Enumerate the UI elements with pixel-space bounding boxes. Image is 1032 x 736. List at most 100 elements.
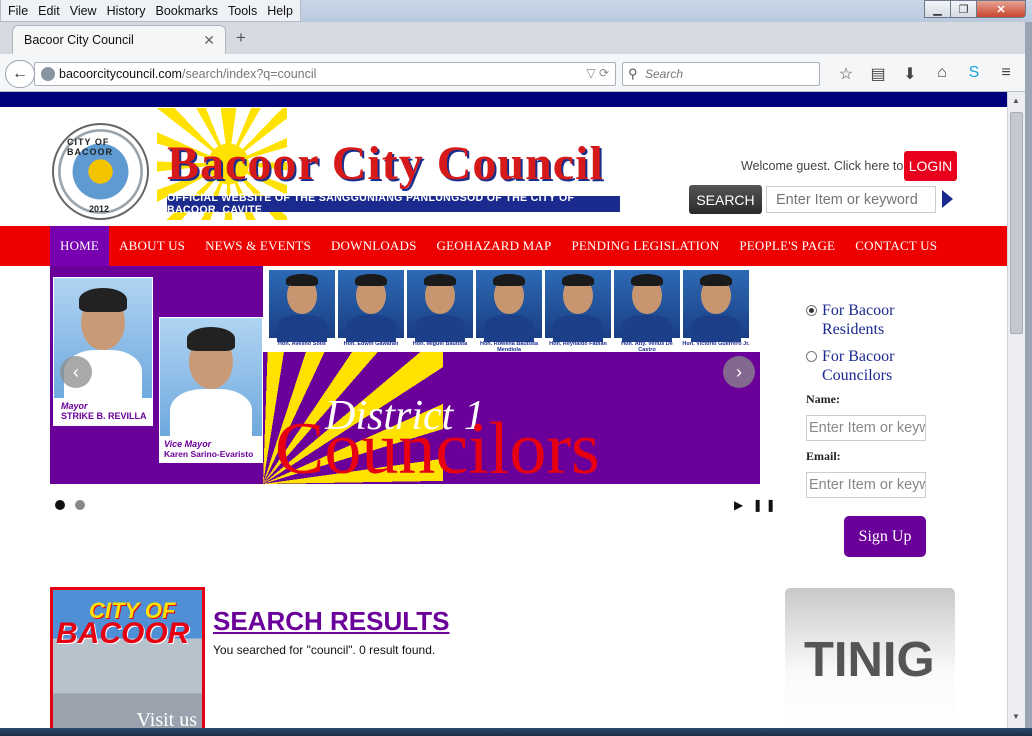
slider-dot[interactable] bbox=[55, 500, 65, 510]
tab-strip: Bacoor City Council ✕ + bbox=[0, 22, 1032, 54]
sign-up-button[interactable]: Sign Up bbox=[844, 516, 926, 557]
slider-next-icon[interactable]: › bbox=[723, 356, 755, 388]
radio-councilors-dot[interactable] bbox=[806, 351, 817, 362]
window-controls: ▁ ❐ ✕ bbox=[924, 0, 1026, 18]
window-edge bbox=[1025, 22, 1032, 728]
site-search-button[interactable]: SEARCH bbox=[689, 185, 762, 214]
mayor-role: Mayor bbox=[61, 401, 88, 411]
councilor-name: Hon. Rowena Bautista Mendiola bbox=[479, 341, 539, 353]
tinig-text: TINIG bbox=[804, 633, 935, 687]
browser-search-input[interactable]: ⚲ Search bbox=[622, 62, 820, 86]
image-slider[interactable]: Mayor STRIKE B. REVILLA Vice Mayor Karen… bbox=[50, 266, 760, 484]
bookmark-star-icon[interactable]: ☆ bbox=[830, 64, 862, 84]
login-button[interactable]: LOGIN bbox=[904, 151, 957, 181]
nav-pending-legislation[interactable]: PENDING LEGISLATION bbox=[561, 226, 729, 266]
search-results-title[interactable]: SEARCH RESULTS bbox=[213, 606, 449, 637]
visit-bacoor-banner[interactable]: CITY OF BACOOR Visit us bbox=[50, 587, 205, 728]
close-window-icon[interactable]: ✕ bbox=[976, 0, 1026, 18]
councilor-name: Hon. Avelino Solis bbox=[278, 341, 326, 347]
download-icon[interactable]: ⬇ bbox=[894, 64, 926, 84]
vice-mayor-caption: Vice Mayor Karen Sarino-Evaristo bbox=[159, 437, 263, 463]
maximize-icon[interactable]: ❐ bbox=[950, 0, 976, 18]
globe-icon bbox=[41, 67, 55, 81]
tab-title: Bacoor City Council bbox=[24, 33, 134, 47]
councilor-photo bbox=[269, 270, 335, 343]
tinig-banner[interactable]: TINIG bbox=[785, 588, 955, 728]
nav-geohazard-map[interactable]: GEOHAZARD MAP bbox=[427, 226, 562, 266]
site-subtitle: OFFICIAL WEBSITE OF THE SANGGUNIANG PANL… bbox=[167, 192, 620, 216]
url-host: bacoorcitycouncil.com bbox=[59, 67, 182, 81]
visit-bacoor-text: BACOOR bbox=[56, 617, 190, 650]
main-nav: HOME ABOUT US NEWS & EVENTS DOWNLOADS GE… bbox=[0, 226, 1007, 266]
councilor-photo bbox=[407, 270, 473, 343]
vice-mayor-name: Karen Sarino-Evaristo bbox=[164, 449, 254, 459]
councilor-photo bbox=[683, 270, 749, 343]
email-field[interactable]: Enter Item or keyw bbox=[806, 472, 926, 498]
visit-us-text: Visit us bbox=[136, 709, 197, 728]
site-search-input[interactable] bbox=[766, 186, 936, 213]
radio-councilors[interactable]: For Bacoor Councilors bbox=[806, 347, 922, 385]
back-arrow-icon[interactable]: ← bbox=[5, 60, 35, 88]
menu-edit[interactable]: Edit bbox=[33, 4, 65, 18]
seal-text: CITY OF BACOOR bbox=[67, 137, 113, 157]
name-field[interactable]: Enter Item or keyw bbox=[806, 415, 926, 441]
url-path: /search/index?q=council bbox=[181, 67, 317, 81]
radio-residents[interactable]: For Bacoor Residents bbox=[806, 301, 922, 339]
site-title: Bacoor City Council bbox=[167, 137, 604, 190]
reload-icon[interactable]: ▽ ⟳ bbox=[586, 66, 609, 80]
slider-dot[interactable] bbox=[75, 500, 85, 510]
slider-pagination bbox=[55, 500, 95, 510]
scrollbar-thumb[interactable] bbox=[1010, 112, 1023, 334]
menu-history[interactable]: History bbox=[102, 4, 151, 18]
search-icon: ⚲ bbox=[628, 66, 638, 81]
councilor-photo bbox=[614, 270, 680, 343]
slider-prev-icon[interactable]: ‹ bbox=[60, 356, 92, 388]
councilor-photo-strip: Hon. Avelino Solis Hon. Edwin Gawaran Ho… bbox=[263, 266, 760, 353]
nav-contact-us[interactable]: CONTACT US bbox=[845, 226, 947, 266]
search-results-message: You searched for "council". 0 result fou… bbox=[213, 643, 436, 657]
menu-bookmarks[interactable]: Bookmarks bbox=[150, 4, 223, 18]
radio-residents-dot[interactable] bbox=[806, 305, 817, 316]
os-taskbar bbox=[0, 728, 1032, 736]
menu-tools[interactable]: Tools bbox=[223, 4, 262, 18]
menu-file[interactable]: File bbox=[3, 4, 33, 18]
browser-tab[interactable]: Bacoor City Council ✕ bbox=[12, 25, 226, 54]
hamburger-menu-icon[interactable]: ≡ bbox=[990, 64, 1022, 84]
slide-headline-big: Councilors bbox=[275, 408, 600, 484]
councilor-name: Hon. Atty. Venus De Castro bbox=[621, 341, 673, 353]
councilor-photo bbox=[545, 270, 611, 343]
scroll-down-icon[interactable]: ▼ bbox=[1012, 712, 1020, 721]
councilor-photo bbox=[338, 270, 404, 343]
close-tab-icon[interactable]: ✕ bbox=[203, 32, 215, 49]
councilor-name: Hon. Reynaldo Fabian bbox=[549, 341, 607, 347]
page-scrollbar[interactable]: ▲ ▼ bbox=[1007, 92, 1025, 728]
radio-councilors-label: For Bacoor Councilors bbox=[822, 348, 895, 384]
reading-list-icon[interactable]: ▤ bbox=[862, 64, 894, 84]
nav-downloads[interactable]: DOWNLOADS bbox=[321, 226, 427, 266]
site-banner[interactable]: Bacoor City Council OFFICIAL WEBSITE OF … bbox=[157, 108, 620, 226]
scroll-up-icon[interactable]: ▲ bbox=[1012, 96, 1020, 105]
slider-play-pause-icon[interactable]: ▶ ❚❚ bbox=[734, 498, 779, 512]
menu-help[interactable]: Help bbox=[262, 4, 298, 18]
nav-peoples-page[interactable]: PEOPLE'S PAGE bbox=[729, 226, 845, 266]
councilor-name: Hon. Miguel Bautista bbox=[412, 341, 468, 347]
url-bar[interactable]: bacoorcitycouncil.com/search/index?q=cou… bbox=[34, 62, 616, 86]
mayor-caption: Mayor STRIKE B. REVILLA bbox=[53, 399, 153, 426]
nav-home[interactable]: HOME bbox=[50, 226, 110, 266]
nav-about-us[interactable]: ABOUT US bbox=[109, 226, 195, 266]
menu-bar: File Edit View History Bookmarks Tools H… bbox=[0, 0, 301, 22]
browser-toolbar: bacoorcitycouncil.com/search/index?q=cou… bbox=[0, 54, 1032, 92]
top-strip bbox=[0, 92, 1007, 107]
councilor-name: Hon. Victorio Guerrero Jr. bbox=[682, 341, 750, 347]
toolbar-icons: ☆ ▤ ⬇ ⌂ S ≡ bbox=[830, 64, 1022, 84]
seal-year: 2012 bbox=[89, 204, 110, 214]
minimize-icon[interactable]: ▁ bbox=[924, 0, 950, 18]
new-tab-icon[interactable]: + bbox=[236, 28, 246, 48]
skype-icon[interactable]: S bbox=[958, 64, 990, 84]
nav-news-events[interactable]: NEWS & EVENTS bbox=[195, 226, 321, 266]
search-go-arrow-icon[interactable] bbox=[942, 190, 953, 208]
city-seal-logo: CITY OF BACOOR 2012 bbox=[52, 123, 149, 220]
menu-view[interactable]: View bbox=[65, 4, 102, 18]
home-icon[interactable]: ⌂ bbox=[926, 64, 958, 84]
welcome-text: Welcome guest. Click here to bbox=[741, 159, 904, 173]
